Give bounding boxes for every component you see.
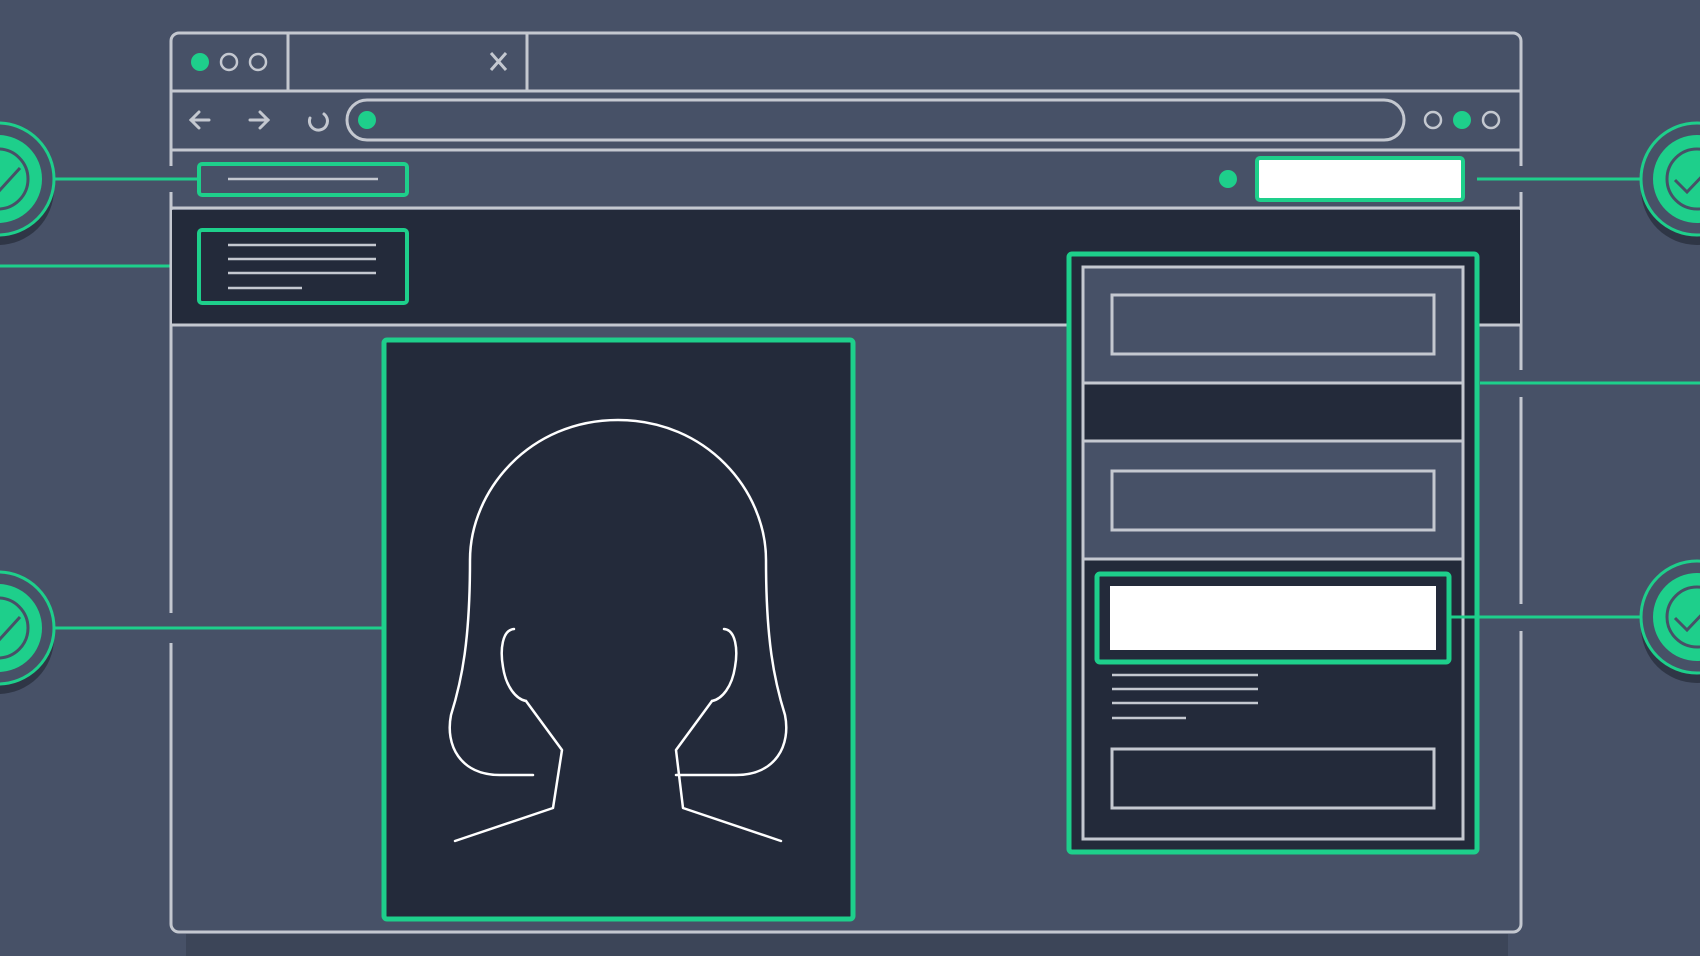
secure-status-icon — [358, 111, 376, 129]
illustration-canvas — [0, 0, 1700, 956]
form-section — [1081, 439, 1465, 561]
form-header-section — [1081, 265, 1465, 385]
notification-dot-icon — [1219, 170, 1237, 188]
browser-shadow — [186, 934, 1508, 956]
profile-image-card[interactable] — [381, 337, 856, 922]
green-dot-icon[interactable] — [1453, 111, 1471, 129]
green-dot-icon[interactable] — [191, 53, 209, 71]
primary-input-white[interactable] — [1110, 586, 1436, 650]
banner-text-block[interactable] — [197, 228, 409, 305]
header-cta-button[interactable] — [1255, 156, 1465, 202]
